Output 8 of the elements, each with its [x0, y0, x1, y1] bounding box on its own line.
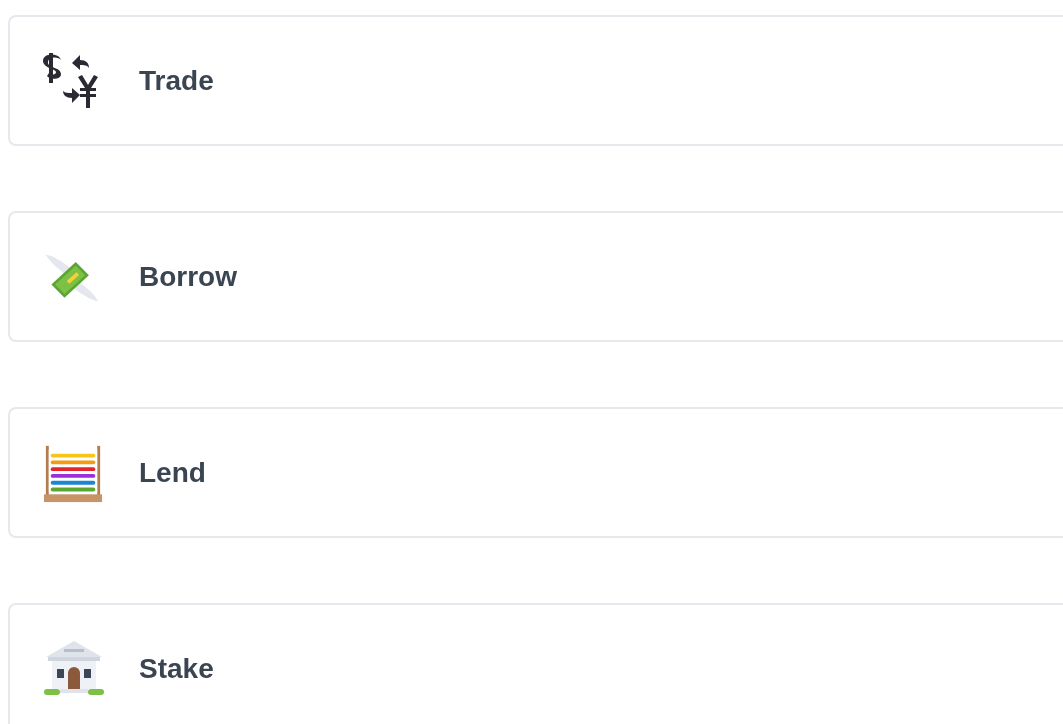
- option-label: Borrow: [139, 260, 237, 293]
- option-card[interactable]: Borrow: [8, 211, 1063, 342]
- option-card[interactable]: Lend: [8, 407, 1063, 538]
- option-card[interactable]: Stake: [8, 603, 1063, 724]
- option-label: Trade: [139, 64, 214, 97]
- option-label: Stake: [139, 652, 214, 685]
- option-card[interactable]: Trade: [8, 15, 1063, 146]
- option-label: Lend: [139, 456, 206, 489]
